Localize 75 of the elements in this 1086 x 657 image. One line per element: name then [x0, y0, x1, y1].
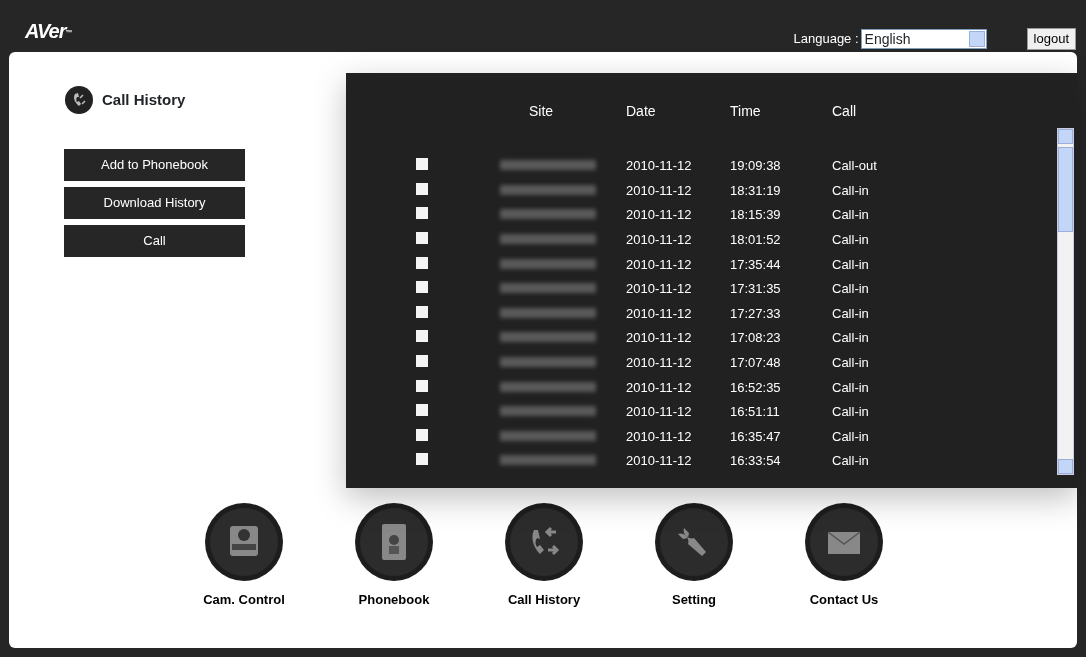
- date-cell: 2010-11-12: [626, 428, 692, 444]
- call-type-cell: Call-in: [832, 453, 869, 469]
- column-header: Time: [730, 103, 761, 119]
- checkbox[interactable]: [416, 281, 428, 294]
- checkbox[interactable]: [416, 256, 428, 269]
- wrench-icon[interactable]: [654, 502, 734, 582]
- address-book-icon[interactable]: [354, 502, 434, 582]
- time-cell: 18:15:39: [730, 207, 781, 223]
- column-header: Date: [626, 103, 656, 119]
- logout-button[interactable]: logout: [1026, 28, 1076, 50]
- nav-label[interactable]: Cam. Control: [203, 590, 285, 610]
- date-cell: 2010-11-12: [626, 281, 692, 297]
- checkbox[interactable]: [416, 404, 428, 417]
- date-cell: 2010-11-12: [626, 355, 692, 371]
- time-cell: 17:07:48: [730, 355, 781, 371]
- call-type-cell: Call-out: [832, 158, 877, 174]
- checkbox[interactable]: [416, 453, 428, 466]
- time-cell: 17:31:35: [730, 281, 781, 297]
- call-type-cell: Call-in: [832, 207, 869, 223]
- date-cell: 2010-11-12: [626, 256, 692, 272]
- date-cell: 2010-11-12: [626, 330, 692, 346]
- checkbox[interactable]: [416, 330, 428, 343]
- envelope-icon[interactable]: [804, 502, 884, 582]
- checkbox[interactable]: [416, 158, 428, 171]
- checkbox[interactable]: [416, 232, 428, 245]
- checkbox[interactable]: [416, 379, 428, 392]
- call-type-cell: Call-in: [832, 428, 869, 444]
- time-cell: 18:01:52: [730, 232, 781, 248]
- column-header: Site: [529, 103, 554, 119]
- checkbox[interactable]: [416, 428, 428, 441]
- phone-arrows-icon[interactable]: [504, 502, 584, 582]
- call-type-cell: Call-in: [832, 256, 869, 272]
- time-cell: 19:09:38: [730, 158, 781, 174]
- nav-label[interactable]: Contact Us: [809, 590, 879, 610]
- time-cell: 16:51:11: [730, 404, 780, 420]
- time-cell: 16:35:47: [730, 428, 781, 444]
- scrollbar[interactable]: [1057, 128, 1074, 475]
- logo: AVer$^{™}$: [25, 19, 72, 44]
- nav-label[interactable]: Setting: [671, 590, 717, 610]
- checkbox[interactable]: [416, 355, 428, 368]
- call-type-cell: Call-in: [832, 182, 869, 198]
- date-cell: 2010-11-12: [626, 232, 692, 248]
- date-cell: 2010-11-12: [626, 404, 692, 420]
- sidebar-button[interactable]: Add to Phonebook: [64, 149, 245, 181]
- time-cell: 18:31:19: [730, 182, 781, 198]
- time-cell: 17:35:44: [730, 256, 781, 272]
- date-cell: 2010-11-12: [626, 453, 692, 469]
- time-cell: 17:27:33: [730, 305, 781, 321]
- column-header: Call: [832, 103, 857, 119]
- call-type-cell: Call-in: [832, 281, 869, 297]
- time-cell: 17:08:23: [730, 330, 781, 346]
- checkbox[interactable]: [416, 182, 428, 195]
- date-cell: 2010-11-12: [626, 182, 692, 198]
- call-type-cell: Call-in: [832, 330, 869, 346]
- checkbox[interactable]: [416, 305, 428, 318]
- call-type-cell: Call-in: [832, 232, 869, 248]
- sidebar-button[interactable]: Download History: [64, 187, 245, 219]
- call-type-cell: Call-in: [832, 355, 869, 371]
- language-label: Language :: [793, 30, 859, 49]
- language-select[interactable]: English: [860, 29, 987, 49]
- date-cell: 2010-11-12: [626, 305, 692, 321]
- call-type-cell: Call-in: [832, 404, 869, 420]
- checkbox[interactable]: [416, 207, 428, 220]
- call-type-cell: Call-in: [832, 379, 869, 395]
- date-cell: 2010-11-12: [626, 207, 692, 223]
- nav-label[interactable]: Call History: [507, 590, 581, 610]
- sidebar-button[interactable]: Call: [64, 225, 245, 257]
- date-cell: 2010-11-12: [626, 158, 692, 174]
- call-type-cell: Call-in: [832, 305, 869, 321]
- time-cell: 16:33:54: [730, 453, 781, 469]
- time-cell: 16:52:35: [730, 379, 781, 395]
- sidebar-title: Call History: [102, 89, 186, 110]
- phone-icon: [64, 85, 94, 115]
- date-cell: 2010-11-12: [626, 379, 692, 395]
- nav-label[interactable]: Phonebook: [358, 590, 430, 610]
